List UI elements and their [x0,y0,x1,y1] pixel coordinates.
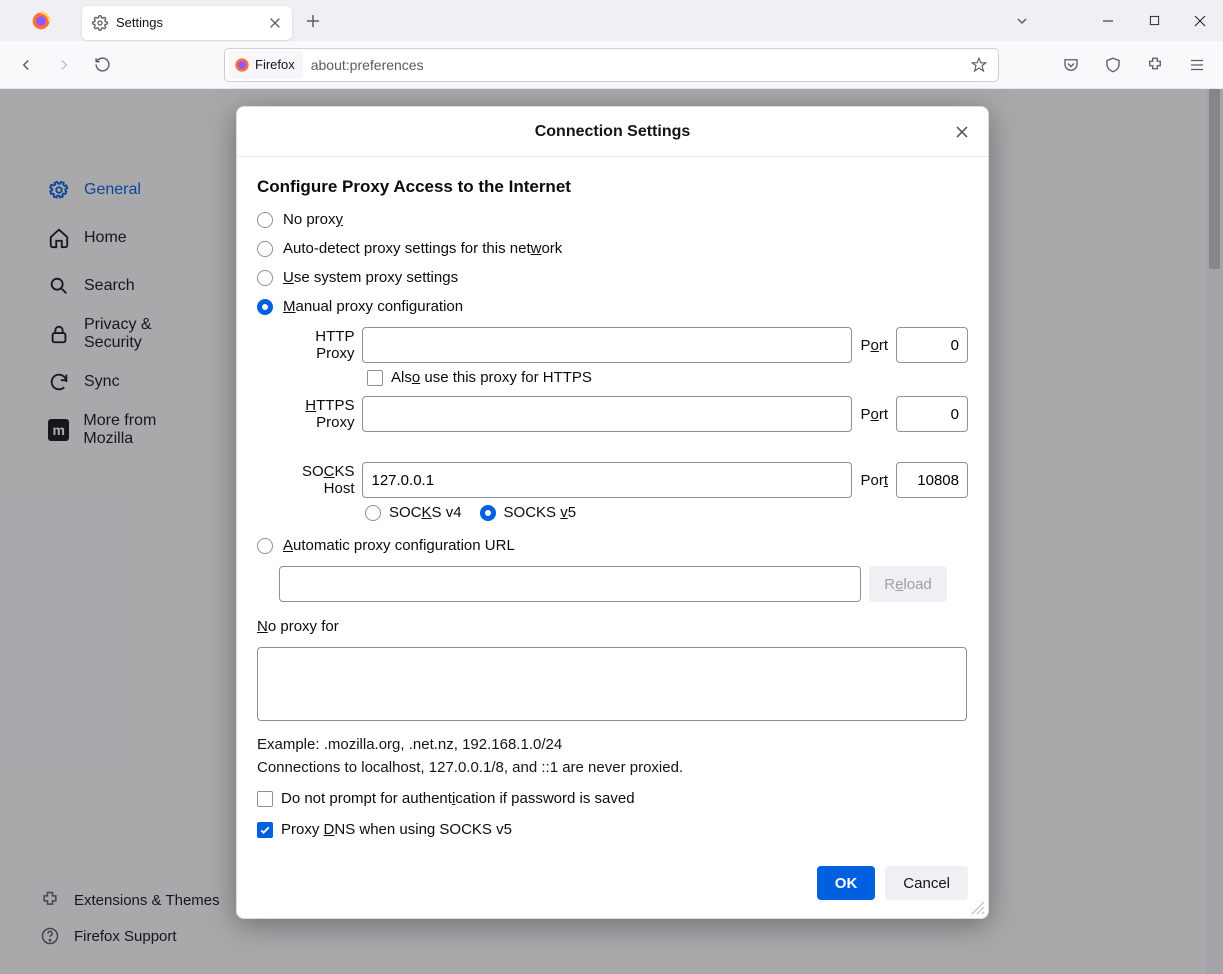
http-port-label: Port [860,337,888,354]
checkbox-icon [367,370,383,386]
http-proxy-row: HTTP Proxy Port [279,327,968,363]
chevron-down-icon[interactable] [999,0,1045,41]
radio-label: Use system proxy settings [283,269,458,286]
no-proxy-for-textarea[interactable] [257,647,967,721]
no-prompt-checkbox[interactable]: Do not prompt for authentication if pass… [257,790,968,807]
https-port-label: Port [860,406,888,423]
radio-label: SOCKS v4 [389,504,462,521]
extensions-icon[interactable] [1139,49,1171,81]
radio-icon [257,241,273,257]
radio-socks-v4[interactable]: SOCKS v4 [365,504,462,521]
radio-icon [257,299,273,315]
http-port-input[interactable] [896,327,968,363]
no-proxy-for-label: No proxy for [257,618,968,635]
localhost-note: Connections to localhost, 127.0.0.1/8, a… [257,759,968,776]
https-proxy-row: HTTPS Proxy Port [279,396,968,432]
https-proxy-label: HTTPS Proxy [279,397,354,431]
socks-port-label: Port [860,472,888,489]
radio-icon [257,212,273,228]
socks-host-row: SOCKS Host Port [279,462,968,498]
checkbox-icon [257,822,273,838]
radio-icon [480,505,496,521]
tab-title: Settings [116,15,260,30]
menu-icon[interactable] [1181,49,1213,81]
window-titlebar: Settings [0,0,1223,41]
resize-grip-icon[interactable] [971,901,985,915]
radio-manual-proxy[interactable]: Manual proxy configuration [257,298,968,315]
radio-socks-v5[interactable]: SOCKS v5 [480,504,577,521]
proxy-dns-checkbox[interactable]: Proxy DNS when using SOCKS v5 [257,821,968,838]
radio-icon [257,538,273,554]
shield-icon[interactable] [1097,49,1129,81]
ok-button[interactable]: OK [817,866,876,900]
browser-tab[interactable]: Settings [82,6,292,40]
back-button[interactable] [10,49,42,81]
radio-label: No proxy [283,211,343,228]
https-port-input[interactable] [896,396,968,432]
radio-label: Automatic proxy configuration URL [283,537,515,554]
firefox-logo [0,0,82,41]
close-icon[interactable] [268,16,282,30]
socks-host-input[interactable] [362,462,852,498]
radio-system-proxy[interactable]: Use system proxy settings [257,269,968,286]
reload-button[interactable] [86,49,118,81]
bookmark-star-icon[interactable] [970,56,988,74]
socks-host-label: SOCKS Host [279,463,354,497]
http-proxy-input[interactable] [362,327,852,363]
radio-icon [257,270,273,286]
dialog-footer: OK Cancel [237,852,988,918]
checkbox-label: Also use this proxy for HTTPS [391,369,592,386]
url-text: about:preferences [311,57,424,73]
window-maximize-button[interactable] [1131,0,1177,41]
cancel-button[interactable]: Cancel [885,866,968,900]
http-proxy-label: HTTP Proxy [279,328,354,362]
checkbox-icon [257,791,273,807]
close-icon[interactable] [950,120,974,144]
checkbox-label: Proxy DNS when using SOCKS v5 [281,821,512,838]
radio-auto-config-url[interactable]: Automatic proxy configuration URL [257,537,968,554]
pac-url-input[interactable] [279,566,861,602]
identity-text: Firefox [255,57,295,72]
checkbox-label: Do not prompt for authentication if pass… [281,790,635,807]
connection-settings-dialog: Connection Settings Configure Proxy Acce… [236,106,989,919]
dialog-header: Connection Settings [237,107,988,157]
dialog-heading: Configure Proxy Access to the Internet [257,177,968,197]
new-tab-button[interactable] [298,6,328,36]
window-close-button[interactable] [1177,0,1223,41]
radio-label: Manual proxy configuration [283,298,463,315]
also-use-https-checkbox[interactable]: Also use this proxy for HTTPS [367,369,968,386]
browser-toolbar: Firefox about:preferences [0,41,1223,89]
url-bar[interactable]: Firefox about:preferences [224,48,999,82]
radio-label: SOCKS v5 [504,504,577,521]
window-minimize-button[interactable] [1085,0,1131,41]
radio-no-proxy[interactable]: No proxy [257,211,968,228]
socks-port-input[interactable] [896,462,968,498]
forward-button[interactable] [48,49,80,81]
https-proxy-input[interactable] [362,396,852,432]
pocket-icon[interactable] [1055,49,1087,81]
dialog-title: Connection Settings [535,123,691,141]
reload-pac-button[interactable]: Reload [869,566,947,602]
radio-label: Auto-detect proxy settings for this netw… [283,240,562,257]
radio-icon [365,505,381,521]
example-text: Example: .mozilla.org, .net.nz, 192.168.… [257,736,968,753]
radio-auto-detect[interactable]: Auto-detect proxy settings for this netw… [257,240,968,257]
gear-icon [92,15,108,31]
identity-box[interactable]: Firefox [229,51,303,79]
